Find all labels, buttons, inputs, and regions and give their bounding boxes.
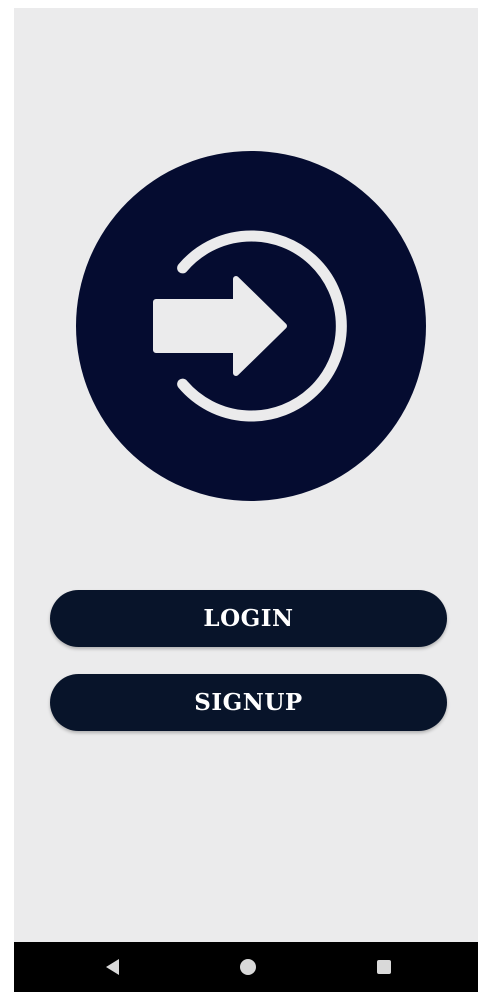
login-arrow-icon xyxy=(76,151,426,501)
system-navigation-bar xyxy=(14,942,478,992)
nav-home-button[interactable] xyxy=(218,942,278,992)
signup-button[interactable]: SIGNUP xyxy=(50,674,447,731)
nav-back-button[interactable] xyxy=(82,942,142,992)
login-logo xyxy=(76,151,426,501)
signup-button-label: SIGNUP xyxy=(194,689,303,716)
app-screen: LOGIN SIGNUP xyxy=(14,8,478,992)
back-triangle-icon xyxy=(105,959,119,975)
home-circle-icon xyxy=(240,959,256,975)
login-button[interactable]: LOGIN xyxy=(50,590,447,647)
recent-apps-square-icon xyxy=(377,960,391,974)
nav-recent-apps-button[interactable] xyxy=(354,942,414,992)
login-button-label: LOGIN xyxy=(203,605,294,632)
